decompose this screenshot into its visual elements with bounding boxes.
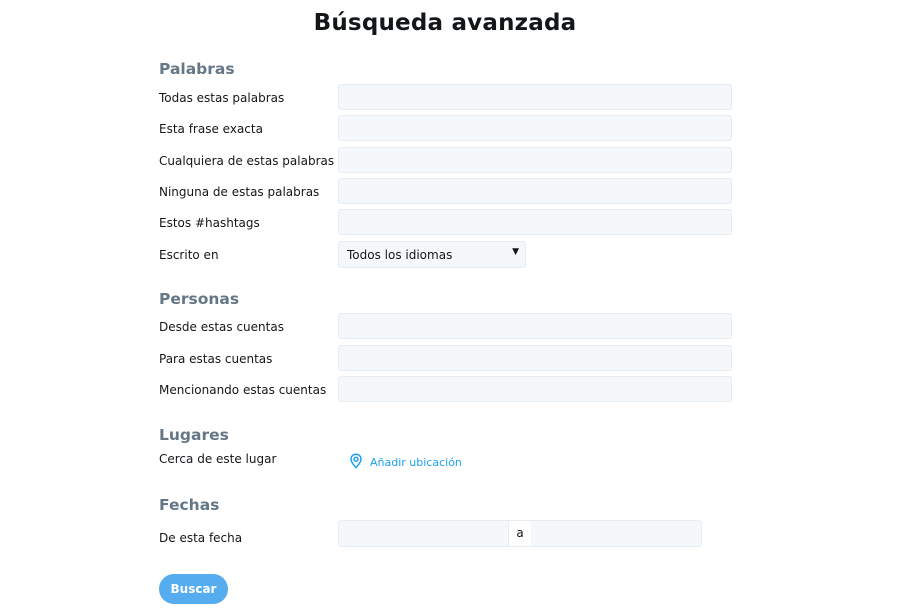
section-title-lugares: Lugares	[159, 426, 229, 444]
language-select[interactable]: Todos los idiomas ▼	[338, 241, 526, 268]
language-label: Escrito en	[159, 248, 219, 262]
to-accounts-label: Para estas cuentas	[159, 352, 273, 366]
exact-phrase-label: Esta frase exacta	[159, 122, 263, 136]
to-accounts-input[interactable]	[338, 345, 732, 371]
none-words-input[interactable]	[338, 178, 732, 204]
any-words-input[interactable]	[338, 147, 732, 173]
page-title: Búsqueda avanzada	[313, 10, 577, 36]
section-title-personas: Personas	[159, 290, 240, 308]
mentioning-accounts-input[interactable]	[338, 376, 732, 402]
from-accounts-input[interactable]	[338, 313, 732, 339]
date-to-input[interactable]	[531, 520, 702, 547]
language-select-value: Todos los idiomas	[347, 248, 453, 262]
date-range-label: De esta fecha	[159, 531, 243, 545]
mentioning-accounts-label: Mencionando estas cuentas	[159, 383, 327, 397]
from-accounts-label: Desde estas cuentas	[159, 320, 284, 334]
any-words-label: Cualquiera de estas palabras	[159, 154, 335, 168]
search-button[interactable]: Buscar	[159, 574, 228, 604]
date-from-input[interactable]	[338, 520, 509, 547]
add-location-label: Añadir ubicación	[370, 456, 462, 469]
section-title-fechas: Fechas	[159, 496, 220, 514]
all-words-label: Todas estas palabras	[159, 91, 285, 105]
near-place-label: Cerca de este lugar	[159, 452, 277, 466]
none-words-label: Ninguna de estas palabras	[159, 185, 320, 199]
exact-phrase-input[interactable]	[338, 115, 732, 141]
date-separator: a	[508, 520, 532, 547]
section-title-palabras: Palabras	[159, 60, 235, 78]
hashtags-label: Estos #hashtags	[159, 216, 260, 230]
map-pin-icon	[348, 453, 370, 472]
caret-down-icon: ▼	[512, 247, 519, 257]
hashtags-input[interactable]	[338, 209, 732, 235]
all-words-input[interactable]	[338, 84, 732, 110]
add-location-link[interactable]: Añadir ubicación	[348, 453, 462, 472]
